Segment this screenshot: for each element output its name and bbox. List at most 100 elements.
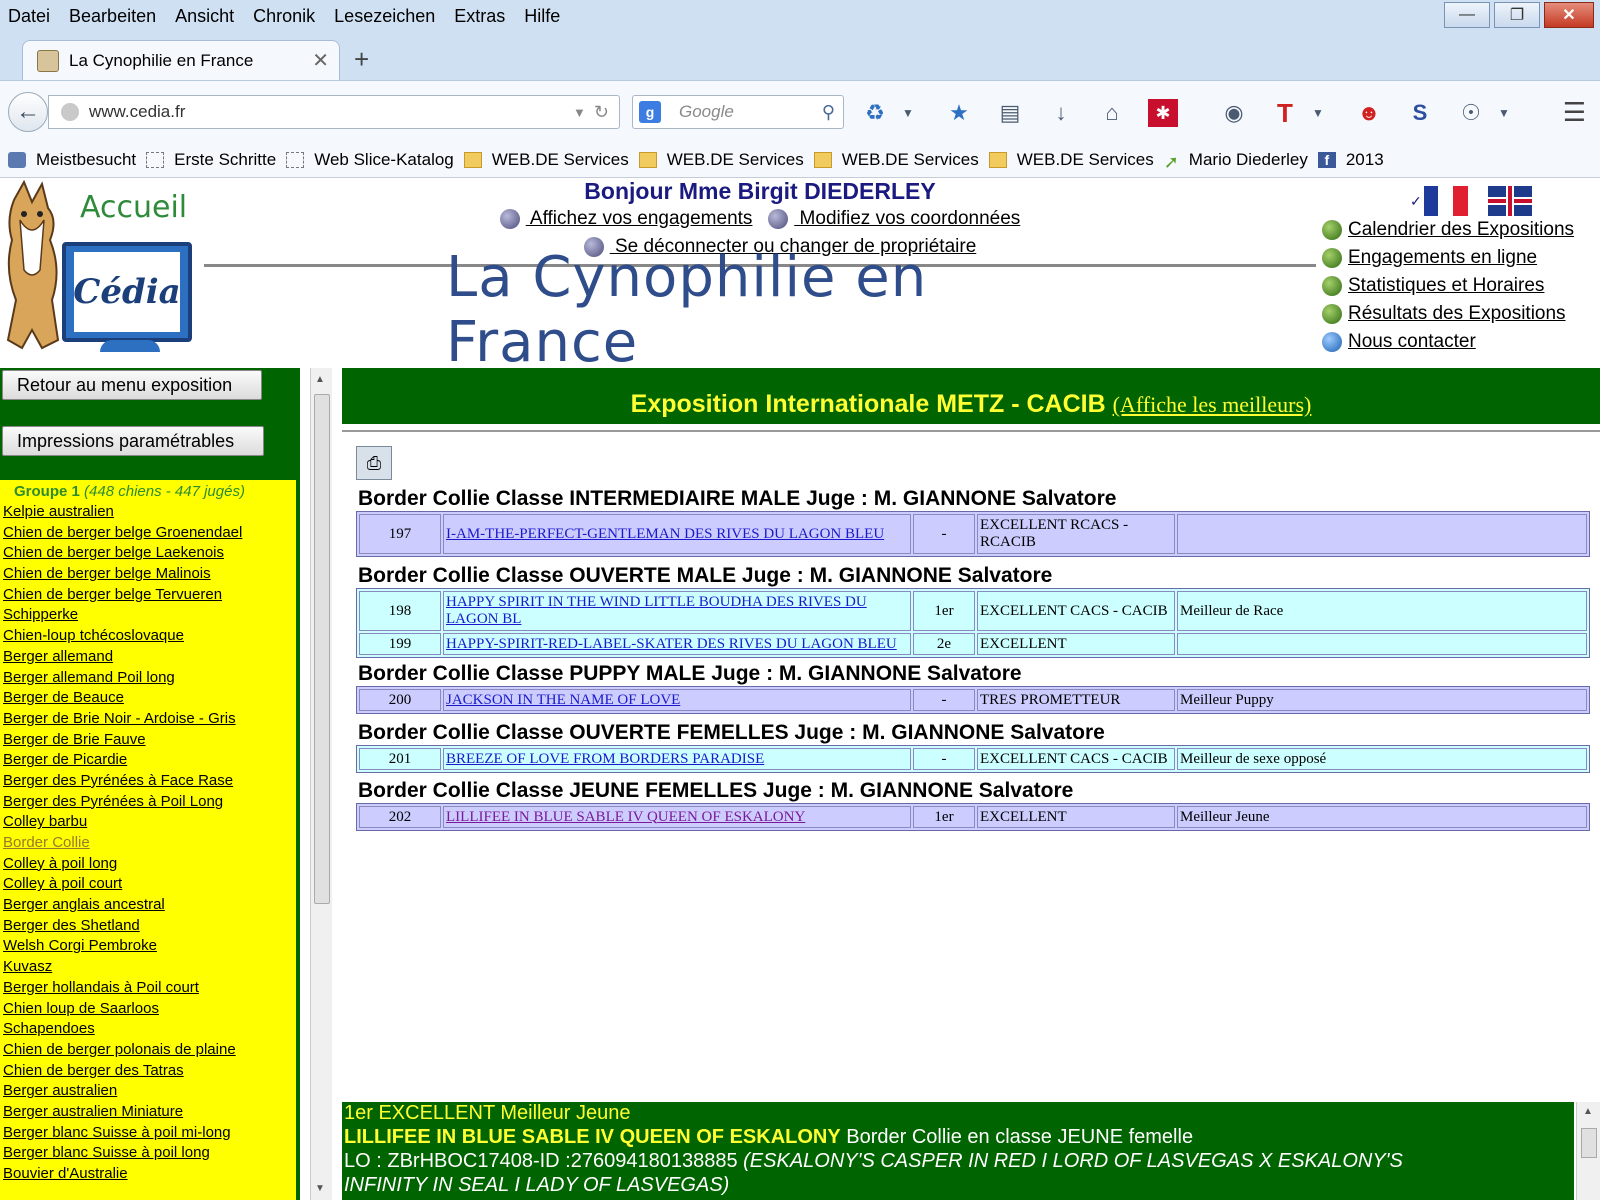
impressions-button[interactable]: Impressions paramétrables <box>2 426 264 456</box>
print-button[interactable]: ⎙ <box>356 446 392 480</box>
menu-bearbeiten[interactable]: Bearbeiten <box>69 6 156 27</box>
bookmark-webde-4[interactable]: WEB.DE Services <box>988 150 1154 170</box>
hamburger-menu-icon[interactable]: ☰ <box>1563 97 1586 128</box>
search-icon[interactable]: ⚲ <box>822 102 835 123</box>
download-icon[interactable]: ↓ <box>1046 99 1076 127</box>
breed-link[interactable]: Colley barbu <box>0 812 296 833</box>
menu-chronik[interactable]: Chronik <box>253 6 315 27</box>
addon-t-dropdown-icon[interactable]: ▼ <box>1303 99 1333 127</box>
new-tab-button[interactable]: + <box>354 44 369 75</box>
breed-link[interactable]: Berger allemand <box>0 647 296 668</box>
back-button[interactable]: ← <box>8 92 48 132</box>
url-bar[interactable]: www.cedia.fr ▼ ↻ <box>48 95 620 129</box>
addon-red-icon[interactable]: ✱ <box>1148 99 1178 127</box>
nav-engagements[interactable]: Engagements en ligne <box>1322 244 1574 272</box>
close-tab-icon[interactable]: ✕ <box>312 48 329 73</box>
nav-contact[interactable]: Nous contacter <box>1322 328 1574 356</box>
menu-extras[interactable]: Extras <box>454 6 505 27</box>
bookmark-erste-schritte[interactable]: Erste Schritte <box>146 150 276 170</box>
scroll-up-icon[interactable]: ▲ <box>1583 1106 1593 1117</box>
nav-statistiques[interactable]: Statistiques et Horaires <box>1322 272 1574 300</box>
menu-datei[interactable]: Datei <box>8 6 50 27</box>
breed-link[interactable]: Chien de berger belge Laekenois <box>0 543 296 564</box>
menu-hilfe[interactable]: Hilfe <box>524 6 560 27</box>
uk-flag-icon[interactable] <box>1487 186 1532 216</box>
breed-link[interactable]: Kuvasz <box>0 957 296 978</box>
nav-contact-label[interactable]: Nous contacter <box>1348 331 1476 353</box>
bookmarks-list-icon[interactable]: ▤ <box>995 99 1025 127</box>
retour-menu-button[interactable]: Retour au menu exposition <box>2 370 262 400</box>
coordonnees-link[interactable]: Modifiez vos coordonnées <box>794 208 1021 229</box>
browser-tab[interactable]: La Cynophilie en France ✕ <box>22 40 340 80</box>
dog-name-link[interactable]: BREEZE OF LOVE FROM BORDERS PARADISE <box>446 751 764 767</box>
breed-link[interactable]: Colley à poil court <box>0 874 296 895</box>
dog-name-link[interactable]: HAPPY-SPIRIT-RED-LABEL-SKATER DES RIVES … <box>446 636 897 652</box>
breed-link[interactable]: Berger des Shetland <box>0 916 296 937</box>
search-box[interactable]: g Google ⚲ <box>632 95 844 129</box>
scroll-up-icon[interactable]: ▲ <box>315 374 325 385</box>
breed-link[interactable]: Berger blanc Suisse à poil mi-long <box>0 1123 296 1144</box>
sidebar-scrollbar[interactable]: ▲ ▼ <box>310 368 332 1200</box>
breed-link[interactable]: Berger anglais ancestral <box>0 895 296 916</box>
breed-link[interactable]: Berger australien <box>0 1081 296 1102</box>
home-icon[interactable]: ⌂ <box>1097 99 1127 127</box>
addon-face-icon[interactable]: ☻ <box>1354 99 1384 127</box>
nav-calendrier[interactable]: Calendrier des Expositions <box>1322 216 1574 244</box>
addon-icon[interactable]: ♻ <box>860 99 890 127</box>
reload-icon[interactable]: ↻ <box>594 102 609 123</box>
scroll-down-icon[interactable]: ▼ <box>315 1183 325 1194</box>
url-dropdown-icon[interactable]: ▼ <box>573 105 586 120</box>
addon-dropdown-icon[interactable]: ▼ <box>893 99 923 127</box>
close-window-button[interactable]: ✕ <box>1544 2 1594 28</box>
breed-link[interactable]: Berger des Pyrénées à Poil Long <box>0 792 296 813</box>
breed-link[interactable]: Kelpie australien <box>0 502 296 523</box>
breed-link[interactable]: Berger de Beauce <box>0 688 296 709</box>
breed-link[interactable]: Berger de Picardie <box>0 750 296 771</box>
google-engine-icon[interactable]: g <box>639 101 661 123</box>
bookmark-webde-2[interactable]: WEB.DE Services <box>638 150 804 170</box>
breed-link[interactable]: Berger des Pyrénées à Face Rase <box>0 771 296 792</box>
bookmark-web-slice[interactable]: Web Slice-Katalog <box>286 150 454 170</box>
menu-lesezeichen[interactable]: Lesezeichen <box>334 6 435 27</box>
minimize-button[interactable]: — <box>1444 2 1490 28</box>
bookmark-webde-1[interactable]: WEB.DE Services <box>463 150 629 170</box>
nav-resultats[interactable]: Résultats des Expositions <box>1322 300 1574 328</box>
nav-calendrier-label[interactable]: Calendrier des Expositions <box>1348 219 1574 241</box>
breed-link[interactable]: Schipperke <box>0 605 296 626</box>
bookmark-2013[interactable]: f 2013 <box>1317 150 1384 170</box>
bookmark-meistbesucht[interactable]: Meistbesucht <box>8 150 136 170</box>
dog-name-link[interactable]: I-AM-THE-PERFECT-GENTLEMAN DES RIVES DU … <box>446 526 884 542</box>
breed-link[interactable]: Chien de berger belge Tervueren <box>0 585 296 606</box>
restore-button[interactable]: ❐ <box>1494 2 1540 28</box>
breed-link[interactable]: Colley à poil long <box>0 854 296 875</box>
breed-link[interactable]: Chien-loup tchécoslovaque <box>0 626 296 647</box>
breed-link[interactable]: Chien loup de Saarloos <box>0 999 296 1020</box>
breed-link[interactable]: Berger de Brie Fauve <box>0 730 296 751</box>
addon-s-icon[interactable]: S <box>1405 99 1435 127</box>
breed-link[interactable]: Berger de Brie Noir - Ardoise - Gris <box>0 709 296 730</box>
bookmark-mario[interactable]: ➚ Mario Diederley <box>1164 150 1308 172</box>
breed-link[interactable]: Chien de berger des Tatras <box>0 1061 296 1082</box>
breed-link[interactable]: Chien de berger belge Groenendael <box>0 523 296 544</box>
dog-name-link[interactable]: JACKSON IN THE NAME OF LOVE <box>446 692 680 708</box>
detail-scrollbar[interactable]: ▲ <box>1576 1102 1600 1200</box>
breed-link[interactable]: Berger australien Miniature <box>0 1102 296 1123</box>
url-text[interactable]: www.cedia.fr <box>89 102 573 122</box>
search-input[interactable]: Google <box>679 102 822 122</box>
breed-link[interactable]: Schapendoes <box>0 1019 296 1040</box>
nav-engagements-label[interactable]: Engagements en ligne <box>1348 247 1537 269</box>
scrollbar-thumb[interactable] <box>1581 1128 1597 1158</box>
scrollbar-thumb[interactable] <box>314 394 330 904</box>
breed-link[interactable]: Berger hollandais à Poil court <box>0 978 296 999</box>
breed-link[interactable]: Bouvier d'Australie <box>0 1164 296 1185</box>
addon-t-icon[interactable]: T <box>1270 98 1300 128</box>
breed-link[interactable]: Chien de berger polonais de plaine <box>0 1040 296 1061</box>
engagements-link[interactable]: Affichez vos engagements <box>526 208 753 229</box>
addon-gray-icon[interactable]: ◉ <box>1219 99 1249 127</box>
dog-name-link[interactable]: LILLIFEE IN BLUE SABLE IV QUEEN OF ESKAL… <box>446 809 805 825</box>
dog-name-link[interactable]: HAPPY SPIRIT IN THE WIND LITTLE BOUDHA D… <box>446 594 867 627</box>
bookmark-webde-3[interactable]: WEB.DE Services <box>813 150 979 170</box>
french-flag-icon[interactable] <box>1423 186 1468 216</box>
meilleurs-link[interactable]: (Affiche les meilleurs) <box>1113 392 1312 417</box>
addon-eye-dropdown-icon[interactable]: ▼ <box>1489 99 1519 127</box>
